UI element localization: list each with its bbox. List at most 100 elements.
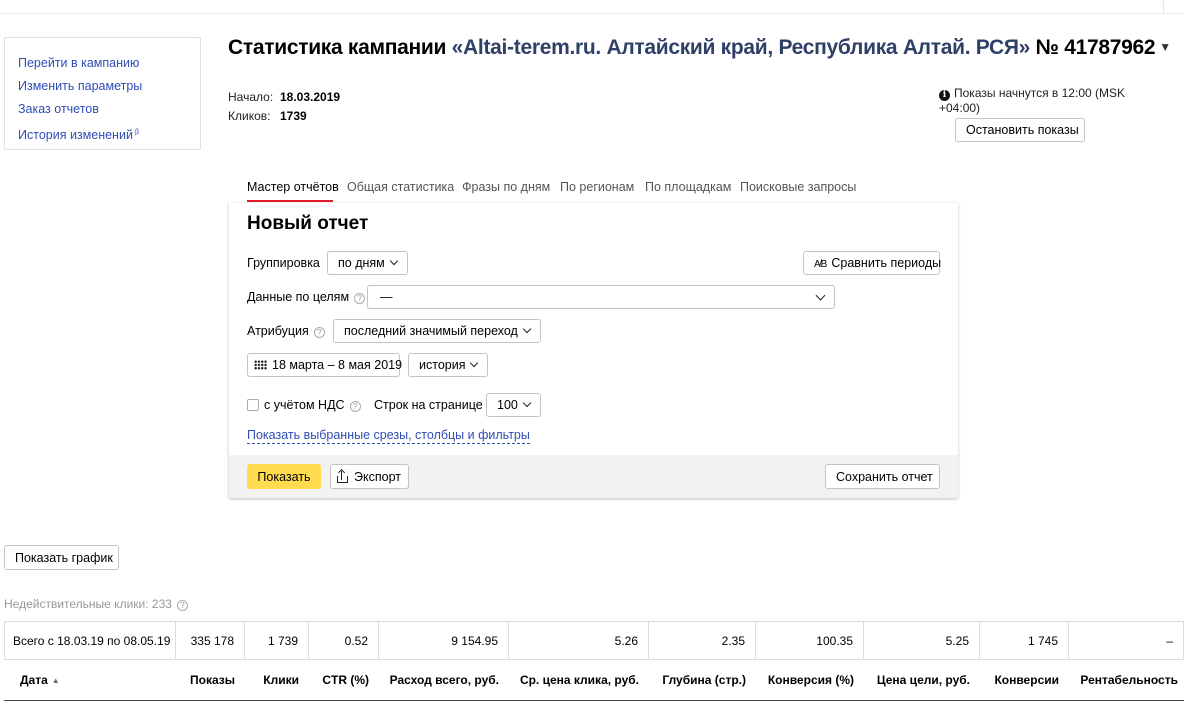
chevron-down-icon <box>470 358 479 368</box>
goals-select-value: — <box>380 290 393 304</box>
column-header-depth[interactable]: Глубина (стр.) <box>649 660 756 700</box>
goals-label: Данные по целям <box>247 290 350 304</box>
column-header-avg-cpc[interactable]: Ср. цена клика, руб. <box>509 660 649 700</box>
sidebar-item-go-to-campaign[interactable]: Перейти в кампанию <box>18 52 200 75</box>
totals-conversion-rate: 100.35 <box>756 622 864 659</box>
grouping-label: Группировка <box>247 256 320 270</box>
stop-ads-button[interactable]: Остановить показы <box>955 118 1085 142</box>
totals-period: Всего с 18.03.19 по 08.05.19 <box>4 622 176 659</box>
compare-periods-button[interactable]: A̸B Сравнить периоды <box>803 251 942 275</box>
grouping-select[interactable]: по дням <box>327 251 408 275</box>
campaign-dropdown-icon[interactable]: ▼ <box>1159 40 1171 54</box>
page-title-prefix: Статистика кампании <box>228 36 447 59</box>
report-panel <box>229 203 958 498</box>
tab-by-region[interactable]: По регионам <box>560 180 634 194</box>
date-range-picker[interactable]: 18 марта – 8 мая 2019 <box>247 353 403 377</box>
totals-ctr: 0.52 <box>309 622 379 659</box>
totals-depth: 2.35 <box>649 622 756 659</box>
column-header-clicks[interactable]: Клики <box>245 660 309 700</box>
table-totals-row: Всего с 18.03.19 по 08.05.19 335 178 1 7… <box>4 621 1184 660</box>
column-header-cost[interactable]: Расход всего, руб. <box>379 660 509 700</box>
help-icon[interactable]: ? <box>176 600 188 611</box>
save-report-button[interactable]: Сохранить отчет <box>825 464 940 489</box>
page-title: Статистика кампании «Altai-terem.ru. Алт… <box>228 36 1171 60</box>
period-preset-value: история <box>419 358 466 372</box>
totals-profitability: – <box>1069 622 1184 659</box>
campaign-number: № 41787962 <box>1035 36 1156 59</box>
period-preset-select[interactable]: история <box>408 353 489 377</box>
campaign-meta: Начало: 18.03.2019 Кликов: 1739 <box>228 88 340 126</box>
column-header-conversions[interactable]: Конверсии <box>980 660 1069 700</box>
column-header-ctr[interactable]: CTR (%) <box>309 660 379 700</box>
show-selected-filters-link[interactable]: Показать выбранные срезы, столбцы и филь… <box>247 428 530 444</box>
clicks-value: 1739 <box>280 109 307 123</box>
goals-label-wrap: Данные по целям? <box>247 290 366 304</box>
totals-conversions: 1 745 <box>980 622 1069 659</box>
totals-clicks: 1 739 <box>245 622 309 659</box>
chevron-down-icon <box>815 290 826 301</box>
export-button-label: Экспорт <box>354 469 401 484</box>
start-value: 18.03.2019 <box>280 90 341 104</box>
table-header-row: Дата ▲ Показы Клики CTR (%) Расход всего,… <box>4 660 1184 701</box>
attribution-label: Атрибуция <box>247 324 309 338</box>
campaign-name: «Altai-terem.ru. Алтайский край, Республ… <box>451 36 1031 59</box>
tab-by-site[interactable]: По площадкам <box>645 180 731 194</box>
chevron-down-icon <box>522 398 532 408</box>
export-icon <box>337 468 348 483</box>
chevron-down-icon <box>389 256 399 266</box>
attribution-select[interactable]: последний значимый переход <box>333 319 541 343</box>
column-header-impressions[interactable]: Показы <box>176 660 245 700</box>
help-icon[interactable]: ? <box>313 327 325 338</box>
sort-asc-icon: ▲ <box>51 675 60 685</box>
show-chart-button[interactable]: Показать график <box>4 545 119 570</box>
date-range-value: 18 марта – 8 мая 2019 <box>272 358 403 372</box>
totals-cost-per-goal: 5.25 <box>864 622 980 659</box>
clicks-label: Кликов: <box>228 109 271 123</box>
vat-checkbox[interactable] <box>247 399 259 411</box>
column-header-profitability[interactable]: Рентабельность <box>1069 660 1184 700</box>
goals-select[interactable]: — <box>367 285 835 309</box>
help-icon[interactable]: ? <box>354 293 366 304</box>
column-header-date[interactable]: Дата ▲ <box>4 660 176 700</box>
grouping-select-value: по дням <box>338 256 385 270</box>
vat-label: с учётом НДС <box>264 398 345 412</box>
calendar-icon <box>254 360 267 370</box>
help-icon[interactable]: ? <box>349 401 361 412</box>
totals-impressions: 335 178 <box>176 622 245 659</box>
tab-general-stats[interactable]: Общая статистика <box>347 180 454 194</box>
vat-label-wrap: с учётом НДС? <box>264 398 361 412</box>
rows-per-page-select[interactable]: 100 <box>486 393 541 417</box>
rows-per-page-value: 100 <box>497 398 518 412</box>
sidebar: Перейти в кампанию Изменить параметры За… <box>4 37 201 150</box>
column-header-cost-per-goal[interactable]: Цена цели, руб. <box>864 660 980 700</box>
invalid-clicks-wrap: Недействительные клики: 233? <box>4 597 188 611</box>
totals-cost: 9 154.95 <box>379 622 509 659</box>
attribution-select-value: последний значимый переход <box>344 324 518 338</box>
tab-report-wizard[interactable]: Мастер отчётов <box>247 180 339 194</box>
info-icon: i <box>939 90 950 101</box>
column-header-date-label: Дата <box>20 673 48 687</box>
tab-search-queries[interactable]: Поисковые запросы <box>740 180 856 194</box>
column-header-conversion-rate[interactable]: Конверсия (%) <box>756 660 864 700</box>
sidebar-item-order-reports[interactable]: Заказ отчетов <box>18 98 200 121</box>
sidebar-item-edit-params[interactable]: Изменить параметры <box>18 75 200 98</box>
beta-badge: β <box>134 129 139 136</box>
top-bar <box>0 0 1184 14</box>
export-button[interactable]: Экспорт <box>330 464 409 489</box>
ab-compare-icon: A̸B <box>814 259 828 270</box>
invalid-clicks: Недействительные клики: 233 <box>4 597 172 611</box>
active-tab-underline <box>247 200 333 202</box>
sidebar-item-change-history-label: История изменений <box>18 128 133 142</box>
tab-phrases-by-day[interactable]: Фразы по дням <box>462 180 550 194</box>
rows-per-page-label: Строк на странице <box>374 398 483 412</box>
totals-avg-cpc: 5.26 <box>509 622 649 659</box>
show-report-button[interactable]: Показать <box>247 464 321 489</box>
sidebar-item-change-history[interactable]: История изменений β <box>18 121 200 147</box>
start-notice: i Показы начнутся в 12:00 (MSK +04:00) <box>939 86 1139 115</box>
start-label: Начало: <box>228 90 274 104</box>
report-title: Новый отчет <box>247 213 369 234</box>
compare-periods-label: Сравнить периоды <box>831 256 942 270</box>
chevron-down-icon <box>522 324 532 334</box>
top-bar-separator <box>1163 0 1164 14</box>
start-notice-text: Показы начнутся в 12:00 (MSK +04:00) <box>939 86 1125 115</box>
